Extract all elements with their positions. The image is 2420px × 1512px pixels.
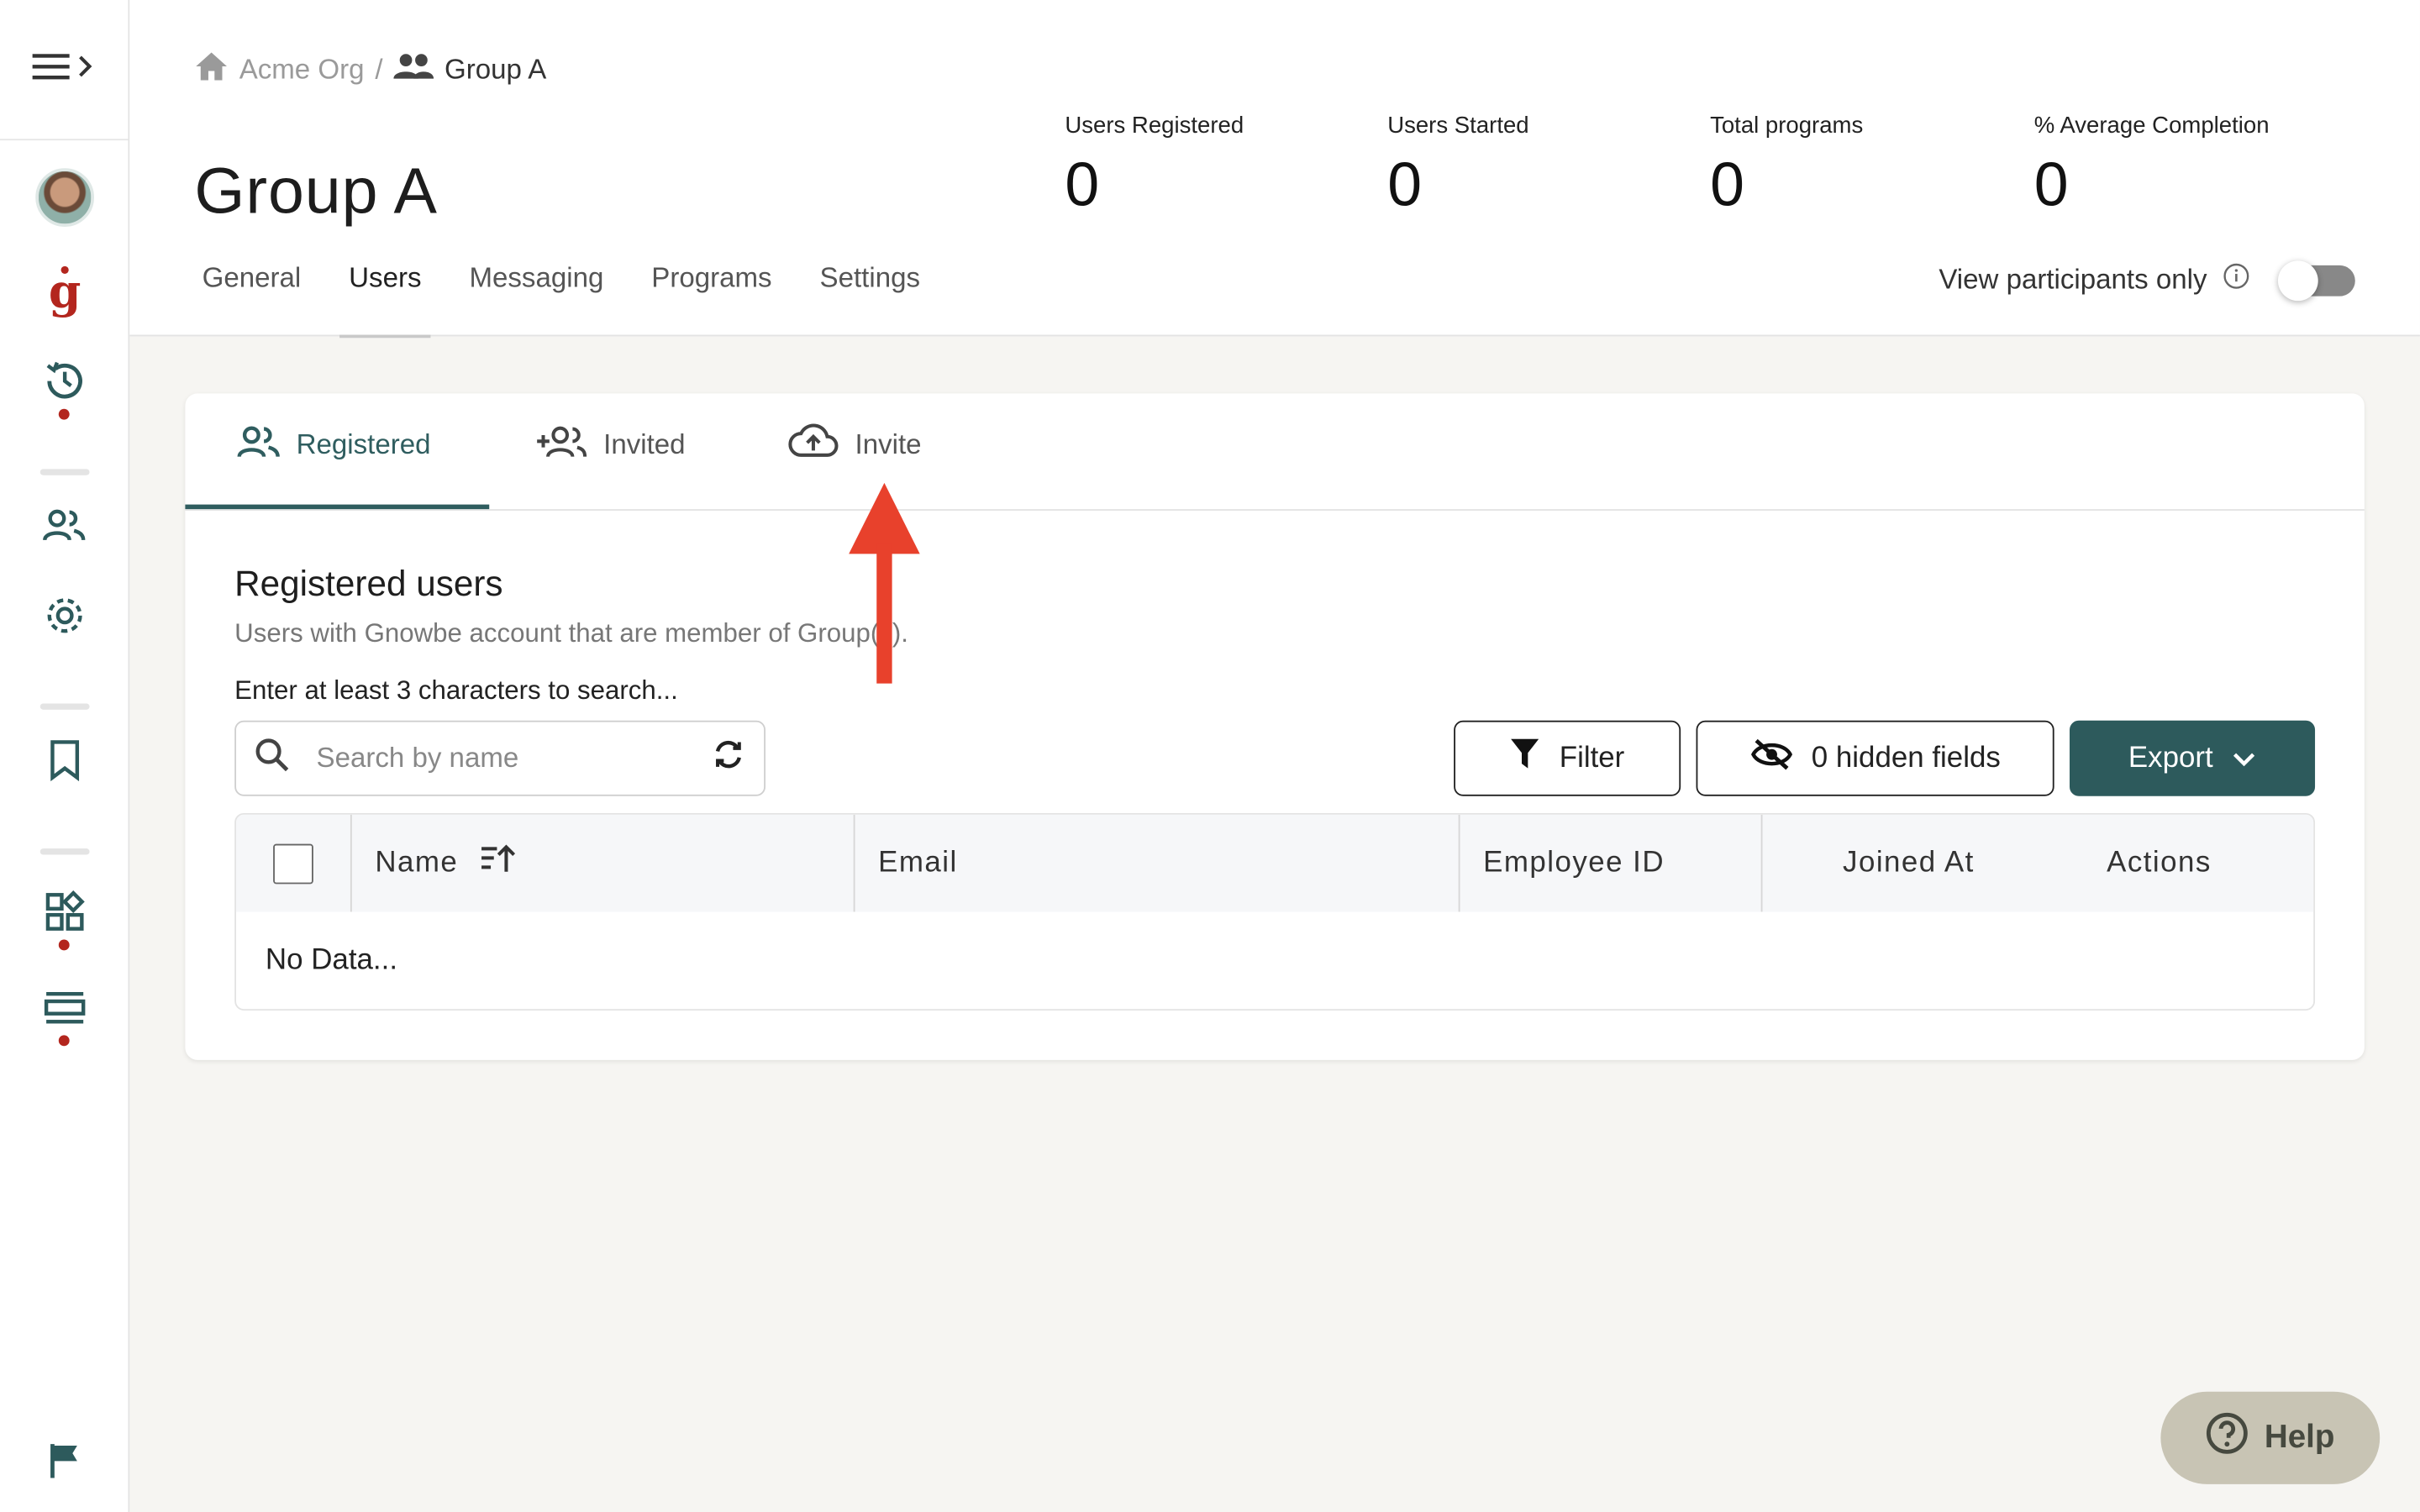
subtab-registered[interactable]: Registered: [234, 421, 431, 469]
breadcrumb-org[interactable]: Acme Org: [239, 54, 365, 87]
add-user-icon: [535, 421, 587, 469]
column-divider: [1760, 814, 1763, 912]
user-avatar[interactable]: [0, 168, 129, 227]
subtab-invited-label: Invited: [603, 428, 686, 460]
section-title: Registered users: [234, 563, 503, 604]
column-divider: [350, 814, 352, 912]
page-header: Acme Org / Group A Group A Users Registe…: [129, 0, 2420, 339]
user-subtabs: Registered Invited Invite: [185, 393, 2365, 511]
search-input[interactable]: [316, 742, 712, 775]
export-button-label: Export: [2128, 741, 2213, 774]
active-subtab-indicator: [185, 504, 490, 510]
page-title: Group A: [194, 154, 438, 227]
breadcrumb: Acme Org / Group A: [194, 51, 546, 90]
help-button[interactable]: Help: [2160, 1391, 2381, 1484]
search-hint: Enter at least 3 characters to search...: [234, 675, 678, 706]
search-box: [234, 720, 766, 796]
widgets-icon[interactable]: [0, 890, 129, 933]
stat-label: Users Started: [1387, 113, 1529, 139]
registered-users-icon: [234, 421, 281, 469]
notification-dot: [58, 408, 70, 420]
page-tabs: General Users Messaging Programs Setting…: [203, 262, 920, 339]
column-header-name[interactable]: Name: [375, 815, 517, 912]
search-icon: [255, 738, 289, 780]
column-divider: [1458, 814, 1460, 912]
tab-general[interactable]: General: [203, 262, 302, 334]
sidebar-divider: [39, 469, 90, 475]
subtab-registered-label: Registered: [296, 428, 431, 460]
sort-ascending-icon[interactable]: [480, 842, 517, 885]
cloud-upload-icon: [787, 421, 839, 469]
gnowbe-logo-icon[interactable]: g: [0, 265, 129, 327]
view-participants-label: View participants only: [1939, 264, 2207, 295]
chevron-down-icon: [2232, 742, 2256, 775]
stat-value: 0: [2033, 150, 2069, 219]
flag-icon[interactable]: [0, 1441, 129, 1481]
stat-average-completion: % Average Completion 0: [2034, 113, 2270, 221]
export-button[interactable]: Export: [2070, 720, 2316, 796]
group-icon: [393, 52, 434, 87]
home-icon[interactable]: [194, 51, 228, 90]
toggle-knob: [2277, 260, 2318, 301]
refresh-icon[interactable]: [712, 738, 745, 780]
notification-dot: [58, 939, 70, 951]
filter-button-label: Filter: [1559, 741, 1625, 774]
subtab-invite[interactable]: Invite: [787, 421, 922, 469]
column-header-joined-at[interactable]: Joined At: [1843, 815, 1975, 912]
hidden-fields-button[interactable]: 0 hidden fields: [1696, 720, 2054, 796]
empty-table-message: No Data...: [265, 944, 398, 977]
column-divider: [853, 814, 855, 912]
sidebar-divider: [39, 848, 90, 855]
stat-total-programs: Total programs 0: [1710, 113, 1863, 221]
breadcrumb-separator: /: [375, 54, 383, 86]
select-all-checkbox-cell: [273, 815, 313, 912]
tab-users[interactable]: Users: [339, 262, 431, 339]
tab-messaging[interactable]: Messaging: [469, 262, 603, 334]
stat-users-started: Users Started 0: [1387, 113, 1528, 221]
view-participants-toggle[interactable]: [2277, 260, 2355, 301]
select-all-checkbox[interactable]: [273, 843, 313, 884]
filter-icon: [1510, 737, 1541, 780]
stat-label: Users Registered: [1065, 113, 1244, 139]
filter-button[interactable]: Filter: [1454, 720, 1681, 796]
notification-dot: [58, 1035, 70, 1047]
column-name-label: Name: [375, 846, 459, 879]
view-participants-control: View participants only: [1939, 260, 2355, 301]
stat-label: Total programs: [1710, 113, 1864, 139]
column-header-employee-id[interactable]: Employee ID: [1483, 815, 1665, 912]
stat-value: 0: [1065, 150, 1100, 219]
users-table: Name Email Employee ID Joined At Actions…: [234, 812, 2316, 1011]
list-view-icon[interactable]: [0, 989, 129, 1029]
history-icon[interactable]: [0, 358, 129, 404]
sidebar-header: [0, 0, 129, 141]
stat-users-registered: Users Registered 0: [1065, 113, 1244, 221]
users-card: Registered Invited Invite Registered use…: [185, 393, 2365, 1060]
stat-label: % Average Completion: [2033, 113, 2270, 139]
help-icon: [2206, 1412, 2249, 1464]
subtab-invite-label: Invite: [855, 428, 922, 460]
sidebar-divider: [39, 703, 90, 710]
sidebar: g: [0, 0, 130, 1512]
column-header-actions: Actions: [2107, 846, 2212, 879]
subtab-invited[interactable]: Invited: [535, 421, 686, 469]
column-header-email[interactable]: Email: [878, 815, 958, 912]
breadcrumb-group: Group A: [445, 54, 547, 86]
eye-off-icon: [1749, 737, 1792, 780]
help-label: Help: [2264, 1419, 2335, 1456]
section-subtitle: Users with Gnowbe account that are membe…: [234, 618, 908, 648]
stat-value: 0: [1710, 150, 1744, 219]
menu-expand-icon[interactable]: [31, 50, 97, 89]
bookmark-icon[interactable]: [0, 739, 129, 782]
hidden-fields-label: 0 hidden fields: [1811, 741, 2001, 774]
tab-settings[interactable]: Settings: [820, 262, 920, 334]
annotation-arrow-shaft: [876, 543, 892, 684]
table-header: Name Email Employee ID Joined At Actions: [236, 814, 2314, 912]
tab-programs[interactable]: Programs: [651, 262, 771, 334]
stat-value: 0: [1387, 150, 1423, 219]
info-icon[interactable]: [2223, 262, 2250, 297]
settings-gear-icon[interactable]: [0, 592, 129, 638]
users-icon[interactable]: [0, 506, 129, 546]
